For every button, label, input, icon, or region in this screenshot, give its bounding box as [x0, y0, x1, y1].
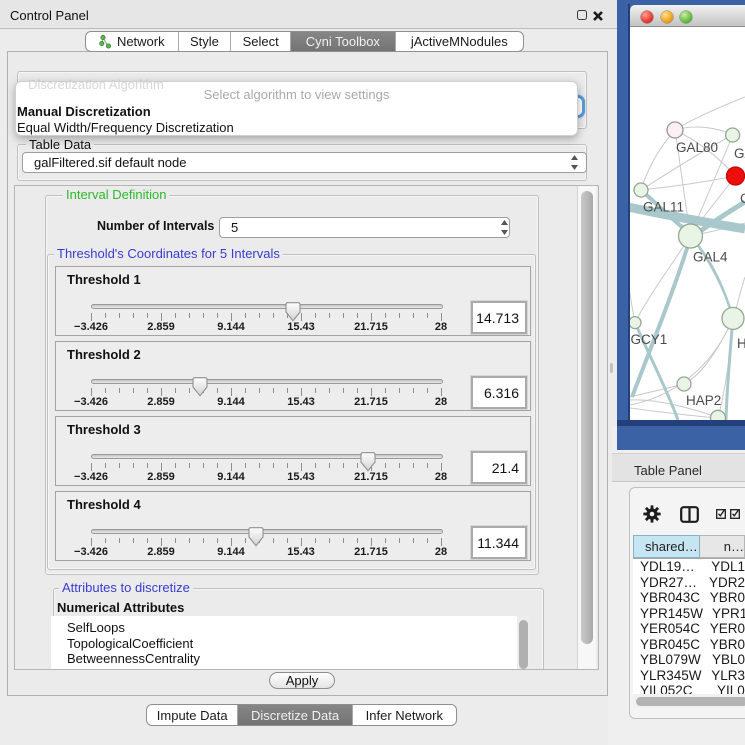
svg-text:GCY1: GCY1: [631, 332, 668, 347]
svg-text:GAL11: GAL11: [643, 200, 684, 215]
svg-text:GAL: GAL: [734, 146, 745, 161]
svg-text:H: H: [737, 336, 745, 351]
svg-text:HAP2: HAP2: [686, 393, 721, 408]
svg-text:GAL4: GAL4: [693, 250, 728, 265]
svg-text:C: C: [740, 191, 745, 206]
svg-text:GAL80: GAL80: [676, 140, 718, 155]
